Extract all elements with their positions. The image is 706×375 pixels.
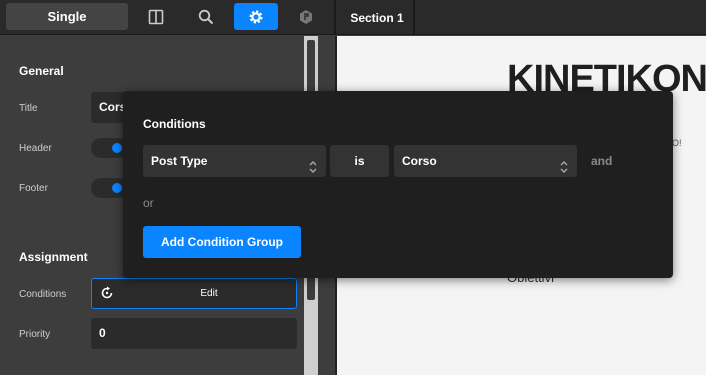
toolbar-divider: [334, 0, 336, 35]
search-icon[interactable]: [184, 3, 228, 30]
general-heading: General: [19, 64, 64, 78]
header-label: Header: [19, 143, 52, 154]
site-nav-fragment: O!: [672, 138, 682, 148]
conditions-popup: Conditions Post Type is Corso and or Add…: [123, 91, 673, 278]
template-selector-button[interactable]: Single: [6, 3, 128, 30]
priority-label: Priority: [19, 329, 51, 340]
conditions-label: Conditions: [19, 289, 67, 300]
condition-value-select[interactable]: Corso: [394, 145, 577, 177]
top-toolbar: Single Section 1: [0, 0, 706, 35]
and-button[interactable]: and: [591, 154, 612, 168]
condition-field-select[interactable]: Post Type: [143, 145, 326, 177]
priority-input[interactable]: 0: [91, 318, 297, 349]
condition-field-value: Post Type: [151, 154, 208, 168]
section-selector[interactable]: Section 1: [341, 0, 413, 35]
gear-icon[interactable]: [234, 3, 278, 30]
select-chevron-icon: [308, 154, 318, 186]
condition-operator-value: is: [354, 154, 365, 168]
popup-title: Conditions: [143, 117, 206, 131]
select-chevron-icon: [559, 154, 569, 186]
condition-value-text: Corso: [402, 154, 437, 168]
layout-columns-icon[interactable]: [134, 3, 178, 30]
hexagon-logo-icon[interactable]: [284, 3, 328, 30]
conditions-edit-button[interactable]: Edit: [91, 278, 297, 309]
conditions-edit-label: Edit: [200, 288, 218, 299]
condition-operator-select[interactable]: is: [330, 145, 389, 177]
or-label: or: [143, 196, 154, 210]
conditions-refresh-icon: [100, 286, 114, 305]
assignment-heading: Assignment: [19, 250, 88, 264]
add-condition-group-button[interactable]: Add Condition Group: [143, 226, 301, 258]
toolbar-divider: [413, 0, 415, 35]
title-label: Title: [19, 103, 38, 114]
footer-label: Footer: [19, 183, 48, 194]
